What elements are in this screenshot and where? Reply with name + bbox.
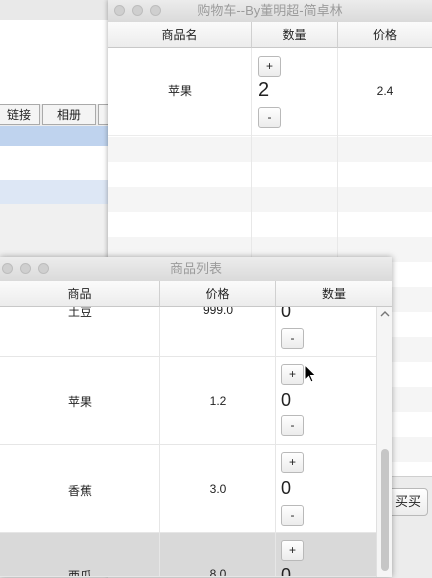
cart-empty-row: [108, 137, 432, 162]
product-column-divider: [275, 307, 276, 577]
decrease-button[interactable]: -: [281, 328, 304, 349]
cart-item-name: 苹果: [167, 84, 192, 98]
background-titlebar: [0, 0, 112, 21]
product-header-name[interactable]: 商品: [0, 281, 160, 307]
tab-album[interactable]: 相册: [42, 104, 96, 125]
product-price: 999.0: [202, 307, 234, 317]
product-row[interactable]: 香蕉 3.0 + 0 -: [0, 445, 376, 533]
cart-decrease-button[interactable]: -: [258, 107, 281, 128]
product-price: 1.2: [209, 394, 227, 408]
product-quantity: 0: [281, 565, 292, 577]
background-lower-area: [0, 204, 112, 260]
mouse-cursor-icon: [304, 364, 317, 383]
tab-link[interactable]: 链接: [0, 104, 40, 125]
product-header-price[interactable]: 价格: [160, 281, 276, 307]
cart-header-quantity[interactable]: 数量: [252, 22, 338, 48]
cart-header-name[interactable]: 商品名: [108, 22, 252, 48]
cart-empty-row: [108, 212, 432, 237]
product-header-quantity[interactable]: 数量: [276, 281, 392, 307]
cart-titlebar[interactable]: 购物车--By董明超-简卓林: [108, 0, 432, 23]
decrease-button[interactable]: -: [281, 415, 304, 436]
background-highlight-row: [0, 180, 112, 205]
background-list-area: [0, 146, 112, 180]
close-window-icon[interactable]: [114, 5, 125, 16]
product-quantity: 0: [281, 307, 292, 321]
background-selection-bar: [0, 126, 112, 146]
close-window-icon[interactable]: [2, 263, 13, 274]
cart-item-quantity: 2: [258, 79, 270, 101]
cart-increase-button[interactable]: +: [258, 56, 281, 77]
product-row[interactable]: 苹果 1.2 + 0 -: [0, 357, 376, 445]
zoom-window-icon[interactable]: [150, 5, 161, 16]
product-row[interactable]: 土豆 999.0 0 -: [0, 307, 376, 357]
cart-empty-row: [108, 187, 432, 212]
minimize-window-icon[interactable]: [132, 5, 143, 16]
product-name: 土豆: [67, 307, 92, 319]
product-name: 苹果: [67, 395, 92, 409]
product-quantity: 0: [281, 390, 292, 410]
scroll-up-icon[interactable]: [379, 309, 391, 321]
background-content-area: [0, 20, 112, 104]
scrollbar-thumb[interactable]: [381, 449, 389, 571]
product-row-selected[interactable]: 西瓜 8.0 + 0: [0, 533, 376, 577]
buy-button[interactable]: 买买: [388, 488, 428, 516]
product-price: 8.0: [209, 567, 227, 577]
increase-button[interactable]: +: [281, 452, 304, 473]
cart-header-price[interactable]: 价格: [338, 22, 432, 48]
cart-item-price: 2.4: [376, 84, 394, 98]
minimize-window-icon[interactable]: [20, 263, 31, 274]
product-price: 3.0: [209, 482, 227, 496]
cart-window-title: 购物车--By董明超-简卓林: [197, 3, 343, 18]
product-quantity: 0: [281, 478, 292, 498]
decrease-button[interactable]: -: [281, 505, 304, 526]
cart-row[interactable]: 苹果 + 2 - 2.4: [108, 48, 432, 136]
product-list-titlebar[interactable]: 商品列表: [0, 257, 392, 282]
product-column-divider: [159, 307, 160, 577]
zoom-window-icon[interactable]: [38, 263, 49, 274]
background-window: 链接 相册: [0, 0, 118, 260]
product-list-title: 商品列表: [169, 261, 222, 276]
vertical-scrollbar[interactable]: [376, 307, 392, 577]
cart-empty-row: [108, 162, 432, 187]
product-name: 香蕉: [67, 484, 92, 498]
increase-button[interactable]: +: [281, 540, 304, 561]
product-name: 西瓜: [67, 569, 92, 577]
increase-button[interactable]: +: [281, 364, 304, 385]
product-list-window: 商品列表 商品 价格 数量 土豆 999.0 0 - 苹果 1.2 + 0 - …: [0, 257, 392, 577]
